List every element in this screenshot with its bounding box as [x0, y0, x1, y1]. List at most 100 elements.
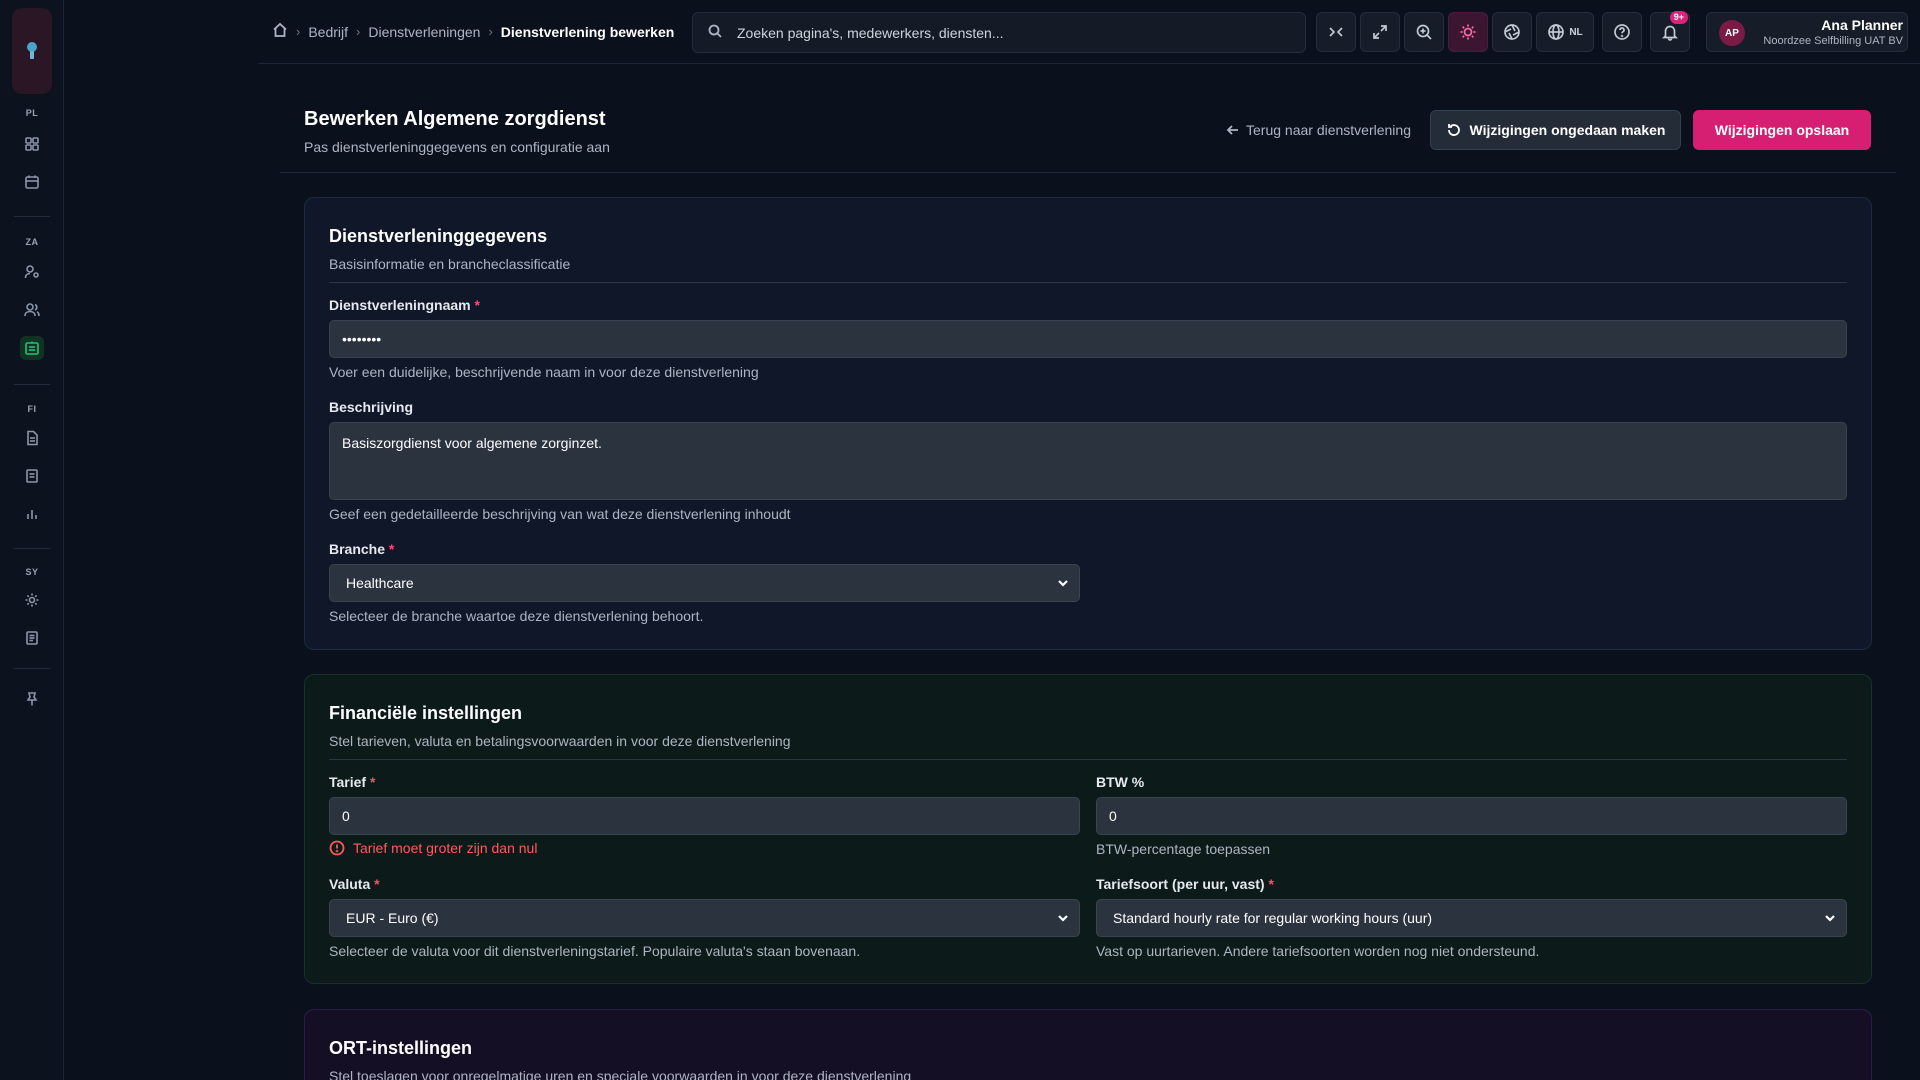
tarief-input[interactable]: 0 — [329, 797, 1080, 835]
valuta-selected-value: EUR - Euro (€) — [346, 910, 439, 926]
breadcrumb-separator: › — [356, 24, 361, 39]
users-icon[interactable] — [20, 298, 44, 322]
tarief-error-text: Tarief moet groter zijn dan nul — [353, 840, 538, 856]
zoom-in-icon — [1416, 24, 1432, 40]
back-link[interactable]: Terug naar dienstverlening — [1226, 122, 1411, 138]
tariefsoort-label-text: Tariefsoort (per uur, vast) — [1096, 876, 1265, 892]
header-divider — [280, 172, 1896, 173]
valuta-label: Valuta * — [329, 876, 380, 892]
chevron-down-icon — [1825, 915, 1835, 922]
tariefsoort-selected-value: Standard hourly rate for regular working… — [1113, 910, 1433, 926]
search-placeholder: Zoeken pagina's, medewerkers, diensten..… — [737, 24, 1004, 41]
sidebar-divider — [14, 384, 50, 385]
tarief-label: Tarief * — [329, 774, 375, 790]
service-name-input[interactable]: •••••••• — [329, 320, 1847, 358]
undo-changes-label: Wijzigingen ongedaan maken — [1469, 122, 1666, 138]
chevron-down-icon — [1058, 580, 1068, 587]
calendar-icon[interactable] — [20, 170, 44, 194]
expand-icon — [1373, 25, 1387, 39]
invoice-icon[interactable] — [20, 464, 44, 488]
search-input[interactable]: Zoeken pagina's, medewerkers, diensten..… — [692, 12, 1306, 53]
page-subtitle: Pas dienstverleninggegevens en configura… — [304, 139, 610, 155]
btw-help: BTW-percentage toepassen — [1096, 841, 1271, 857]
financial-subtitle: Stel tarieven, valuta en betalingsvoorwa… — [329, 733, 791, 749]
branche-selected-value: Healthcare — [346, 575, 414, 591]
ort-title: ORT-instellingen — [329, 1038, 473, 1058]
required-marker: * — [388, 541, 395, 557]
globe-icon — [1548, 24, 1565, 40]
card-divider — [329, 759, 1847, 760]
sidebar-divider — [14, 216, 50, 217]
collapse-icon — [1329, 27, 1343, 37]
arrow-left-icon — [1226, 125, 1238, 135]
pin-icon[interactable] — [20, 687, 44, 711]
description-textarea[interactable]: Basiszorgdienst voor algemene zorginzet. — [329, 422, 1847, 500]
required-marker: * — [369, 774, 376, 790]
tariefsoort-label: Tariefsoort (per uur, vast) * — [1096, 876, 1274, 892]
topbar: › Bedrijf › Dienstverleningen › Dienstve… — [258, 0, 1920, 64]
breadcrumb-item-dienstverleningen[interactable]: Dienstverleningen — [368, 24, 480, 40]
dashboard-icon[interactable] — [20, 132, 44, 156]
sidebar-group-label: SY — [25, 567, 39, 577]
app-logo[interactable] — [12, 8, 52, 94]
ort-subtitle: Stel toeslagen voor onregelmatige uren e… — [329, 1068, 912, 1080]
branche-select[interactable]: Healthcare — [329, 564, 1080, 602]
required-marker: * — [374, 876, 380, 892]
services-icon[interactable] — [20, 336, 44, 360]
fullscreen-button[interactable] — [1360, 12, 1400, 52]
logo-icon — [27, 42, 37, 59]
tariefsoort-help: Vast op uurtarieven. Andere tariefsoorte… — [1096, 943, 1540, 959]
appearance-button[interactable] — [1492, 12, 1532, 52]
theme-toggle-button[interactable] — [1448, 12, 1488, 52]
branche-label-text: Branche — [329, 541, 386, 557]
save-changes-button[interactable]: Wijzigingen opslaan — [1693, 110, 1871, 150]
tariefsoort-select[interactable]: Standard hourly rate for regular working… — [1096, 899, 1847, 937]
help-button[interactable] — [1602, 12, 1642, 52]
language-code: NL — [1569, 26, 1583, 38]
sidebar-group-label: ZA — [25, 237, 39, 247]
page-title: Bewerken Algemene zorgdienst — [304, 108, 606, 130]
user-settings-icon[interactable] — [20, 260, 44, 284]
tarief-label-text: Tarief — [329, 774, 367, 790]
language-button[interactable]: NL — [1536, 12, 1594, 52]
user-organization: Noordzee Selfbilling UAT BV — [1763, 35, 1903, 47]
zoom-button[interactable] — [1404, 12, 1444, 52]
breadcrumb-item-bedrijf[interactable]: Bedrijf — [308, 24, 348, 40]
document-icon[interactable] — [20, 426, 44, 450]
sidebar-group-label: PL — [25, 108, 39, 118]
required-marker: * — [474, 297, 480, 313]
sidebar: PL ZA FI SY — [0, 0, 64, 1080]
breadcrumb: › Bedrijf › Dienstverleningen › Dienstve… — [272, 22, 674, 41]
aperture-icon — [1504, 24, 1520, 40]
chart-icon[interactable] — [20, 502, 44, 526]
back-link-label: Terug naar dienstverlening — [1246, 122, 1411, 138]
notifications-button[interactable]: 9+ — [1650, 11, 1690, 52]
name-label: Dienstverleningnaam * — [329, 297, 480, 313]
valuta-help: Selecteer de valuta voor dit dienstverle… — [329, 943, 861, 959]
sidebar-divider — [14, 668, 50, 669]
valuta-label-text: Valuta — [329, 876, 371, 892]
branche-label: Branche * — [329, 541, 394, 557]
log-icon[interactable] — [20, 626, 44, 650]
btw-input[interactable]: 0 — [1096, 797, 1847, 835]
name-help: Voer een duidelijke, beschrijvende naam … — [329, 364, 759, 380]
undo-changes-button[interactable]: Wijzigingen ongedaan maken — [1430, 110, 1681, 150]
details-card: Dienstverleninggegevens Basisinformatie … — [304, 197, 1872, 650]
description-label: Beschrijving — [329, 399, 414, 415]
tarief-error: Tarief moet groter zijn dan nul — [329, 840, 537, 856]
card-divider — [329, 282, 1847, 283]
valuta-select[interactable]: EUR - Euro (€) — [329, 899, 1080, 937]
name-label-text: Dienstverleningnaam — [329, 297, 471, 313]
branche-help: Selecteer de branche waartoe deze dienst… — [329, 608, 704, 624]
search-icon — [707, 23, 723, 42]
breadcrumb-separator: › — [296, 24, 301, 39]
sidebar-group-label: FI — [27, 404, 37, 414]
financial-title: Financiële instellingen — [329, 703, 523, 723]
user-menu[interactable]: AP Ana Planner Noordzee Selfbilling UAT … — [1706, 12, 1908, 52]
gear-icon[interactable] — [20, 588, 44, 612]
chevron-down-icon — [1058, 915, 1068, 922]
notification-badge: 9+ — [1669, 11, 1688, 24]
collapse-button[interactable] — [1316, 12, 1356, 52]
bell-icon — [1661, 25, 1679, 41]
home-icon[interactable] — [272, 22, 288, 41]
